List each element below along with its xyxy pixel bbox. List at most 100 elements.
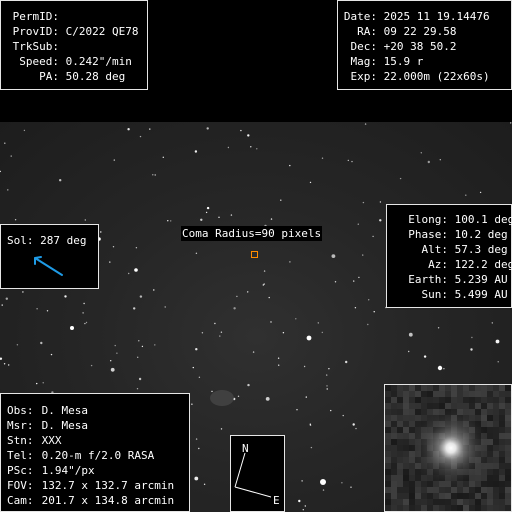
star: [334, 281, 337, 283]
star: [427, 160, 430, 164]
star: [194, 150, 198, 153]
star: [195, 348, 198, 351]
mag-label: Mag:: [350, 55, 378, 68]
star: [154, 344, 156, 346]
star: [309, 424, 312, 426]
star: [347, 159, 349, 162]
date-value: 2025 11 19.14476: [383, 10, 490, 23]
star: [355, 427, 357, 430]
star: [309, 181, 312, 184]
star: [138, 340, 140, 342]
exp-label: Exp:: [350, 70, 378, 83]
alt-row: Alt: 57.3 deg: [392, 242, 511, 257]
star: [321, 331, 323, 334]
star: [357, 223, 359, 225]
star: [0, 170, 1, 173]
star: [282, 332, 285, 334]
star: [437, 327, 440, 329]
star: [135, 247, 138, 249]
star: [372, 235, 374, 238]
star: [479, 191, 482, 194]
phase-value: 10.2 deg: [454, 228, 508, 241]
star: [227, 146, 230, 149]
earth-value: 5.239 AU: [454, 273, 508, 286]
star: [218, 216, 220, 218]
compass-east-label: E: [273, 494, 280, 507]
pa-value: 50.28 deg: [65, 70, 126, 83]
sun-row: Sun: 5.499 AU: [392, 287, 511, 302]
speed-value: 0.242"/min: [65, 55, 132, 68]
star: [127, 128, 130, 131]
star: [7, 189, 9, 191]
sun-label: Sun:: [421, 288, 449, 301]
astrometry-image-viewer: PermID: ProvID: C/2022 QE78 TrkSub: Spee…: [0, 0, 512, 512]
star: [4, 142, 6, 144]
target-marker-icon[interactable]: [251, 251, 258, 258]
star: [296, 409, 298, 411]
psc-value: 1.94"/px: [41, 464, 95, 477]
exp-row: Exp: 22.000m (22x60s): [343, 69, 511, 84]
star: [64, 295, 67, 298]
star: [110, 367, 115, 372]
star: [36, 382, 38, 385]
star: [298, 499, 301, 503]
star: [220, 331, 223, 333]
ra-row: RA: 09 22 29.58: [343, 24, 511, 39]
star: [408, 332, 413, 337]
speed-row: Speed: 0.242"/min: [7, 54, 147, 69]
star: [200, 218, 203, 221]
bright-star: [437, 365, 443, 371]
msr-value: D. Mesa: [41, 419, 88, 432]
star: [358, 276, 360, 279]
star: [289, 261, 291, 263]
star: [326, 385, 328, 387]
star: [82, 312, 84, 314]
msr-label: Msr:: [7, 419, 34, 432]
star: [280, 199, 282, 201]
permid-row: PermID:: [7, 9, 147, 24]
obs-row: Obs: D. Mesa: [7, 403, 189, 418]
cam-label: Cam:: [7, 494, 34, 507]
stn-label: Stn:: [7, 434, 34, 447]
star: [152, 174, 154, 176]
star: [198, 447, 200, 450]
provid-row: ProvID: C/2022 QE78: [7, 24, 147, 39]
star: [203, 483, 206, 485]
star: [345, 360, 348, 364]
star: [50, 353, 53, 356]
star: [116, 352, 118, 354]
site-instrument-panel: Obs: D. Mesa Msr: D. Mesa Stn: XXX Tel: …: [0, 393, 190, 512]
star: [42, 382, 44, 384]
star: [256, 148, 258, 150]
star: [497, 361, 499, 363]
star: [495, 339, 500, 344]
bright-star: [70, 326, 74, 330]
az-label: Az:: [428, 258, 448, 271]
dec-label: Dec:: [350, 40, 378, 53]
star: [22, 291, 24, 293]
sol-label: Sol:: [7, 234, 34, 247]
star: [205, 211, 208, 214]
star: [420, 152, 422, 154]
coma-radius-label: Coma Radius=90 pixels: [181, 226, 323, 241]
sol-row: Sol: 287 deg: [7, 233, 98, 248]
star: [139, 295, 143, 298]
star: [194, 476, 199, 481]
star: [110, 360, 112, 362]
star: [491, 322, 493, 324]
galaxy-smudge: [210, 390, 234, 406]
star: [237, 395, 240, 397]
star: [471, 336, 473, 339]
exp-value: 22.000m (22x60s): [383, 70, 490, 83]
star: [214, 322, 216, 325]
star: [252, 351, 255, 353]
star: [16, 344, 19, 346]
stn-row: Stn: XXX: [7, 433, 189, 448]
star: [219, 335, 221, 337]
psc-row: PSc: 1.94"/px: [7, 463, 189, 478]
star: [153, 289, 155, 291]
target-thumbnail: [384, 384, 512, 512]
trksub-label: TrkSub:: [12, 40, 59, 53]
ra-value: 09 22 29.58: [383, 25, 457, 38]
star: [192, 366, 194, 369]
